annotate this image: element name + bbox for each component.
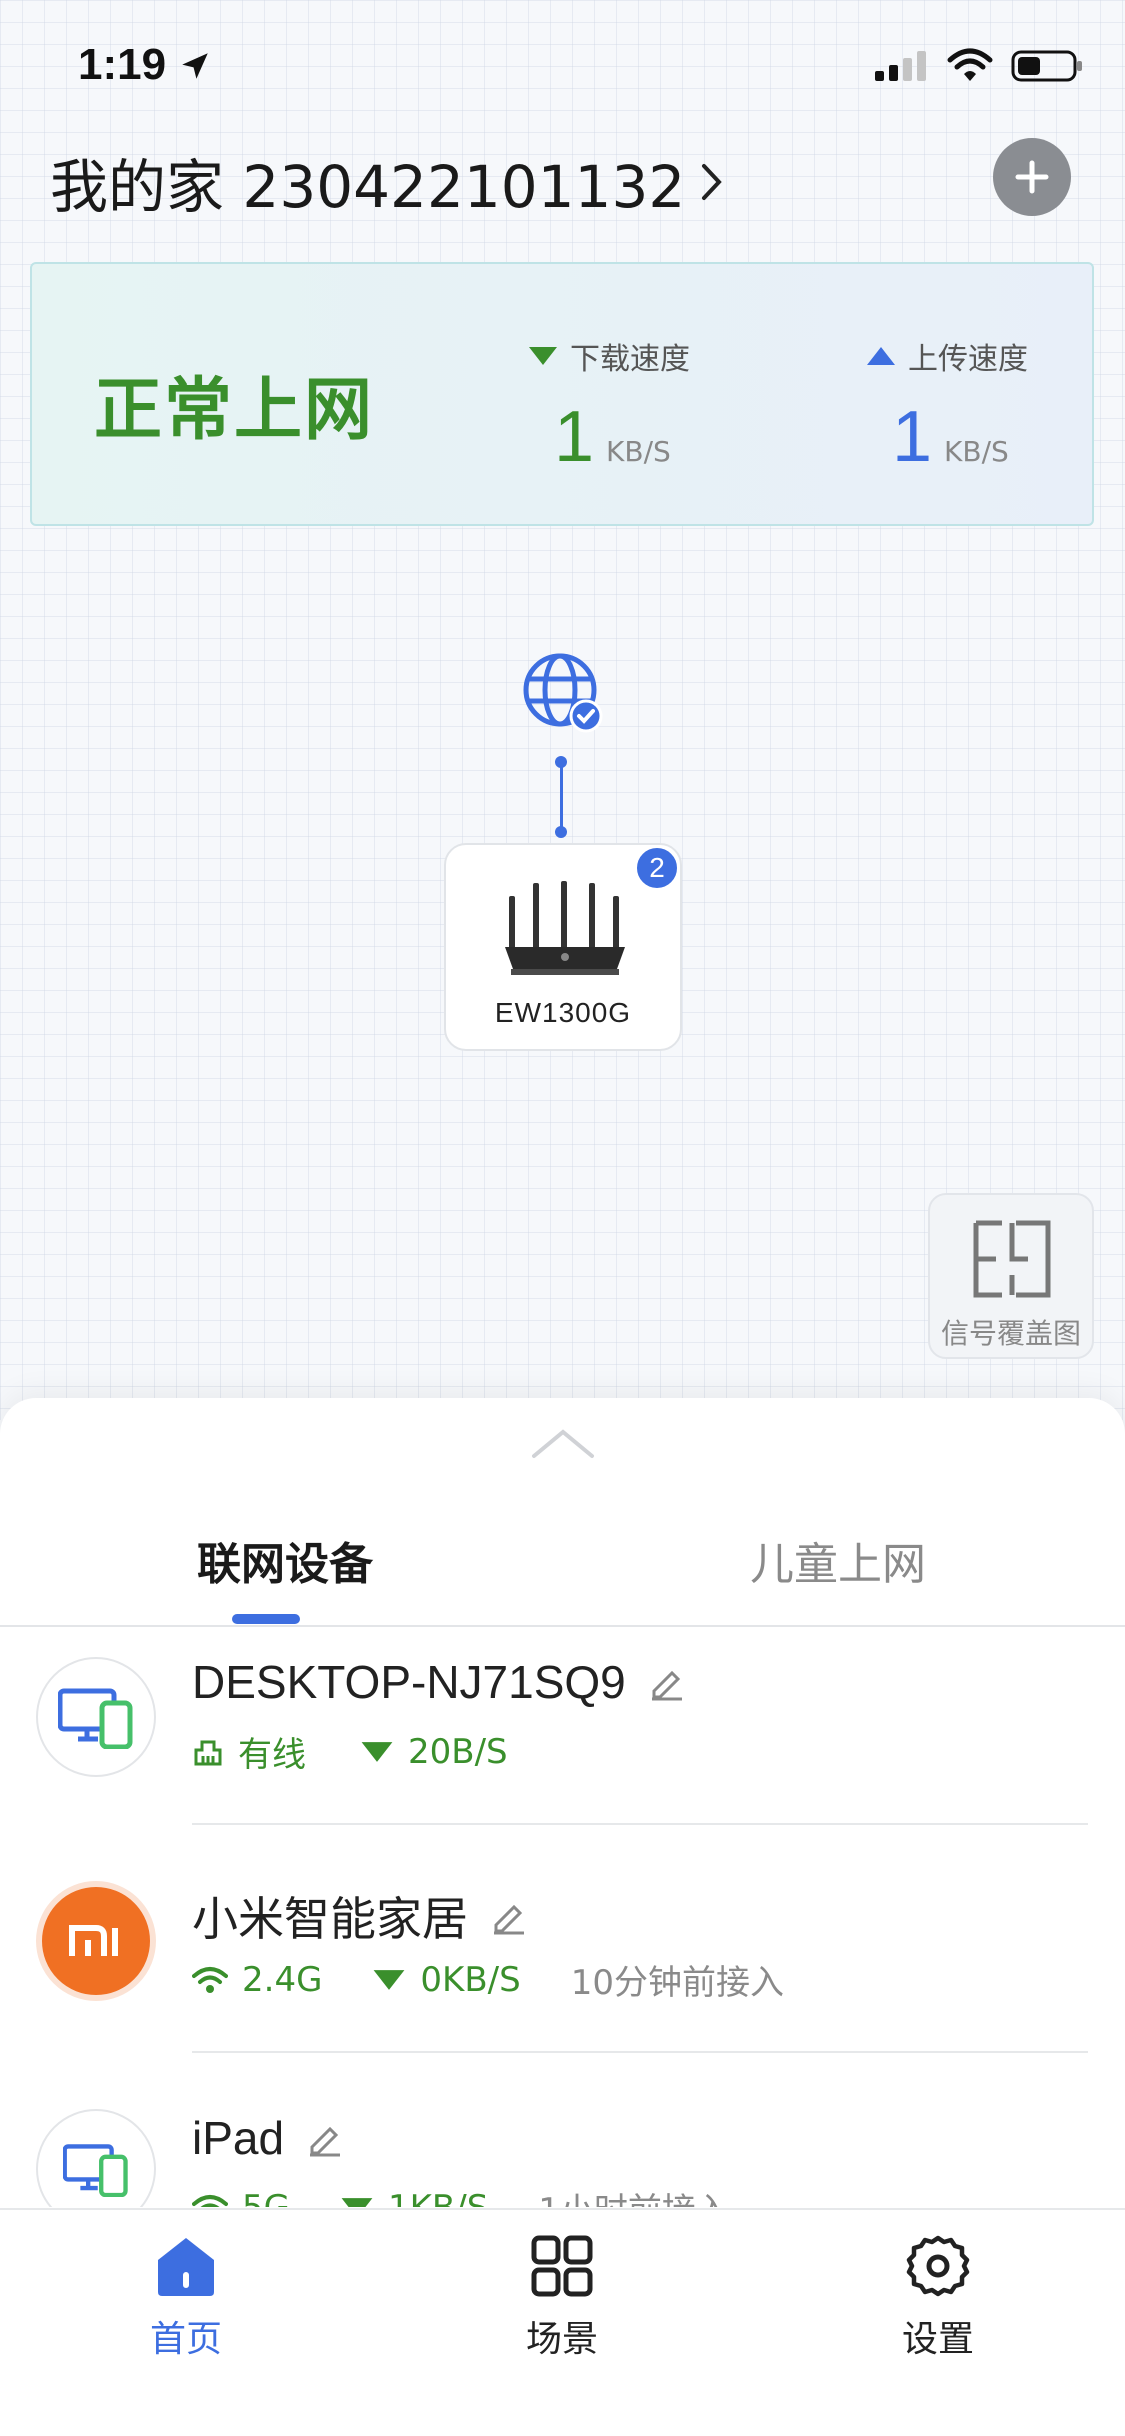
device-joined-time: 10分钟前接入 <box>570 1963 784 2003</box>
device-avatar <box>36 1881 156 2001</box>
device-speed: 0KB/S <box>420 1959 521 2000</box>
wifi-signal-icon <box>192 2194 228 2207</box>
device-name: DESKTOP-NJ71SQ9 <box>192 1656 626 1708</box>
wired-ethernet-icon <box>194 1740 222 1765</box>
device-connection: 5G <box>242 2188 290 2208</box>
router-icon <box>505 881 625 975</box>
tab-scenes-label: 场景 <box>525 2319 598 2360</box>
download-triangle-icon <box>529 347 557 365</box>
edit-pencil-icon[interactable] <box>306 2119 344 2157</box>
location-arrow-icon <box>182 53 209 79</box>
download-triangle-icon <box>374 1969 405 1990</box>
wifi-icon <box>947 48 993 81</box>
list-item[interactable]: DESKTOP-NJ71SQ9 有线 20B/S <box>0 1627 1125 1855</box>
bottom-tab-bar: 首页 场景 设置 <box>0 2208 1125 2436</box>
gear-icon <box>906 2235 970 2297</box>
upload-value: 1 <box>892 397 933 477</box>
download-triangle-icon <box>361 1741 393 1762</box>
router-name: EW1300G <box>494 997 632 1028</box>
tab-home-label: 首页 <box>149 2319 222 2360</box>
add-button[interactable] <box>993 138 1071 216</box>
device-name: iPad <box>192 2112 285 2164</box>
cellular-signal-icon <box>875 51 926 81</box>
tab-settings-label: 设置 <box>901 2319 974 2360</box>
floor-plan-icon <box>973 1220 1051 1298</box>
download-unit: KB/S <box>606 435 671 468</box>
chevron-right-icon <box>702 164 723 200</box>
status-icons <box>873 48 1085 84</box>
home-name: 我的家 230422101132 <box>50 153 686 221</box>
download-value: 1 <box>554 397 595 477</box>
tab-kids-internet[interactable]: 儿童上网 <box>750 1528 926 1592</box>
device-joined-time: 1小时前接入 <box>538 2183 730 2207</box>
sheet-handle-chevron-icon[interactable] <box>530 1426 596 1460</box>
status-bar: 1:19 <box>0 0 1125 140</box>
signal-coverage-button[interactable]: 信号覆盖图 <box>928 1193 1094 1359</box>
device-name: 小米智能家居 <box>192 1893 468 1945</box>
device-list: DESKTOP-NJ71SQ9 有线 20B/S 小米智能家居 2.4G 0KB… <box>0 1627 1125 2207</box>
download-speed: 下载速度 1 KB/S <box>528 334 690 478</box>
internet-globe-icon[interactable] <box>520 650 604 738</box>
device-avatar <box>36 2109 156 2207</box>
upload-label: 上传速度 <box>908 342 1028 377</box>
device-connection: 2.4G <box>242 1959 323 2000</box>
row-divider <box>192 2051 1088 2053</box>
list-item[interactable]: iPad 5G 1KB/S 1小时前接入 <box>0 2083 1125 2207</box>
network-status-card: 正常上网 下载速度 1 KB/S 上传速度 1 KB/S <box>30 262 1094 526</box>
battery-icon <box>1011 50 1082 82</box>
download-label: 下载速度 <box>570 342 690 377</box>
grid-icon <box>531 2235 593 2297</box>
tab-indicator <box>232 1614 300 1624</box>
xiaomi-logo-icon <box>69 1925 118 1956</box>
edit-pencil-icon[interactable] <box>648 1663 686 1701</box>
coverage-label: 信号覆盖图 <box>940 1317 1081 1350</box>
home-icon <box>158 2238 214 2296</box>
wifi-signal-icon <box>192 1966 228 1993</box>
plus-icon <box>1015 160 1049 194</box>
tab-scenes[interactable]: 场景 <box>482 2234 642 2362</box>
edit-pencil-icon[interactable] <box>490 1897 528 1935</box>
row-divider <box>192 1823 1088 1825</box>
tab-devices[interactable]: 联网设备 <box>197 1528 373 1592</box>
status-time: 1:19 <box>78 40 212 90</box>
tab-home[interactable]: 首页 <box>106 2234 266 2362</box>
upload-unit: KB/S <box>944 435 1009 468</box>
computer-phone-icon <box>58 1688 133 1749</box>
home-selector[interactable]: 我的家 230422101132 <box>50 140 725 224</box>
computer-phone-icon <box>63 2144 128 2197</box>
upload-triangle-icon <box>867 347 895 365</box>
download-triangle-icon <box>341 2197 373 2207</box>
tab-settings[interactable]: 设置 <box>858 2234 1018 2362</box>
device-avatar <box>36 1657 156 1777</box>
link-line <box>560 762 563 832</box>
router-device-count-badge: 2 <box>634 845 680 891</box>
upload-speed: 上传速度 1 KB/S <box>866 334 1028 478</box>
list-item[interactable]: 小米智能家居 2.4G 0KB/S 10分钟前接入 <box>0 1855 1125 2083</box>
device-speed: 20B/S <box>408 1731 508 1772</box>
network-status-text: 正常上网 <box>94 371 375 450</box>
device-connection: 有线 <box>238 1735 306 1775</box>
link-dot-bottom <box>555 826 567 838</box>
device-speed: 1KB/S <box>388 2188 488 2208</box>
